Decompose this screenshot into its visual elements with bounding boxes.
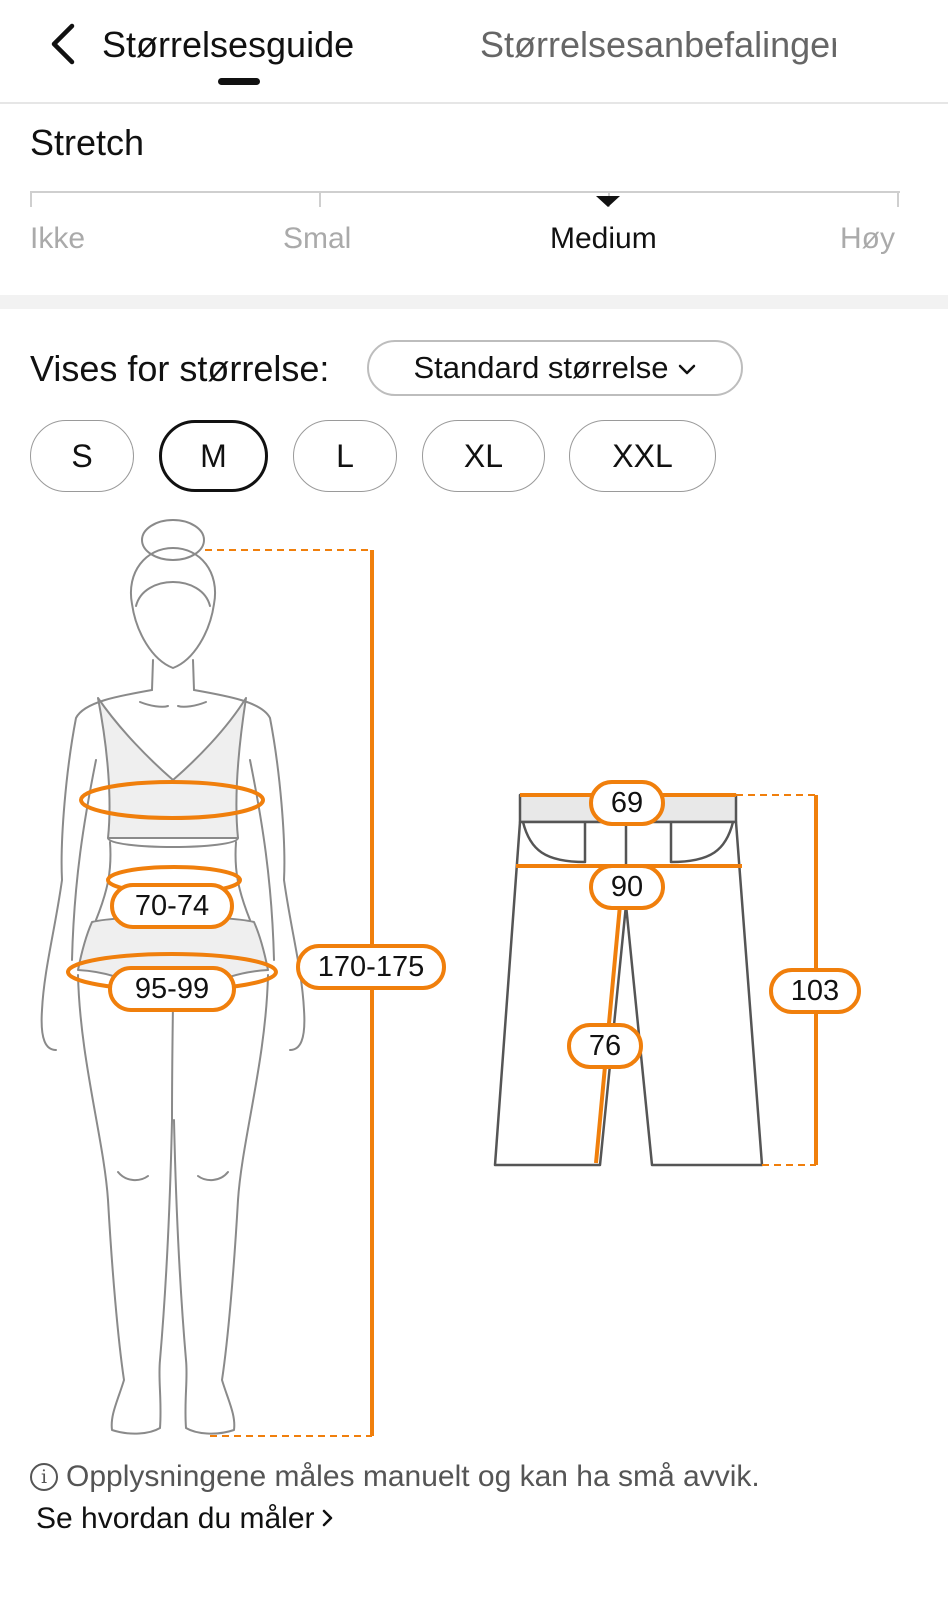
stretch-tick bbox=[30, 191, 32, 207]
stretch-tick bbox=[319, 191, 321, 207]
body-height-badge: 170-175 bbox=[296, 944, 446, 990]
stretch-scale-line bbox=[30, 191, 900, 193]
measurement-disclaimer: i Opplysningene måles manuelt og kan ha … bbox=[30, 1460, 760, 1494]
pants-illustration bbox=[493, 793, 764, 1167]
size-option-xxl[interactable]: XXL bbox=[569, 420, 716, 492]
active-tab-indicator bbox=[218, 78, 260, 85]
size-standard-dropdown[interactable]: Standard størrelse bbox=[367, 340, 743, 396]
size-option-l[interactable]: L bbox=[293, 420, 397, 492]
link-text: Se hvordan du måler bbox=[36, 1502, 315, 1535]
stretch-title: Stretch bbox=[30, 122, 145, 163]
stretch-level-medium: Medium bbox=[550, 222, 657, 255]
pants-inseam-badge: 76 bbox=[567, 1023, 643, 1069]
back-button[interactable] bbox=[44, 22, 84, 66]
disclaimer-text: Opplysningene måles manuelt og kan ha sm… bbox=[66, 1460, 760, 1493]
size-option-s[interactable]: S bbox=[30, 420, 134, 492]
pants-waist-badge: 69 bbox=[589, 780, 665, 826]
stretch-tick bbox=[897, 191, 899, 207]
tab-size-recommendations[interactable]: Størrelsesanbefalinger bbox=[480, 24, 836, 66]
size-option-m[interactable]: M bbox=[159, 420, 268, 492]
pants-hip-badge: 90 bbox=[589, 864, 665, 910]
body-hips-badge: 95-99 bbox=[108, 966, 236, 1012]
stretch-level-smal: Smal bbox=[283, 222, 352, 255]
header-bar: Størrelsesguide Størrelsesanbefalinger bbox=[0, 0, 948, 104]
section-divider bbox=[0, 295, 948, 309]
stretch-level-hoy: Høy bbox=[840, 222, 895, 255]
chevron-right-icon bbox=[322, 1509, 332, 1527]
size-display-label: Vises for størrelse: bbox=[30, 348, 330, 389]
size-option-xl[interactable]: XL bbox=[422, 420, 545, 492]
pants-length-badge: 103 bbox=[769, 968, 861, 1014]
chevron-left-icon bbox=[51, 23, 75, 65]
chevron-down-icon bbox=[678, 364, 695, 375]
body-waist-badge: 70-74 bbox=[110, 883, 234, 929]
how-to-measure-link[interactable]: Se hvordan du måler bbox=[36, 1502, 333, 1536]
stretch-pointer-icon bbox=[596, 196, 620, 207]
info-circle-icon: i bbox=[30, 1463, 58, 1491]
tab-size-guide[interactable]: Størrelsesguide bbox=[102, 24, 354, 66]
dropdown-value: Standard størrelse bbox=[413, 350, 669, 385]
stretch-level-ikke: Ikke bbox=[30, 222, 86, 255]
